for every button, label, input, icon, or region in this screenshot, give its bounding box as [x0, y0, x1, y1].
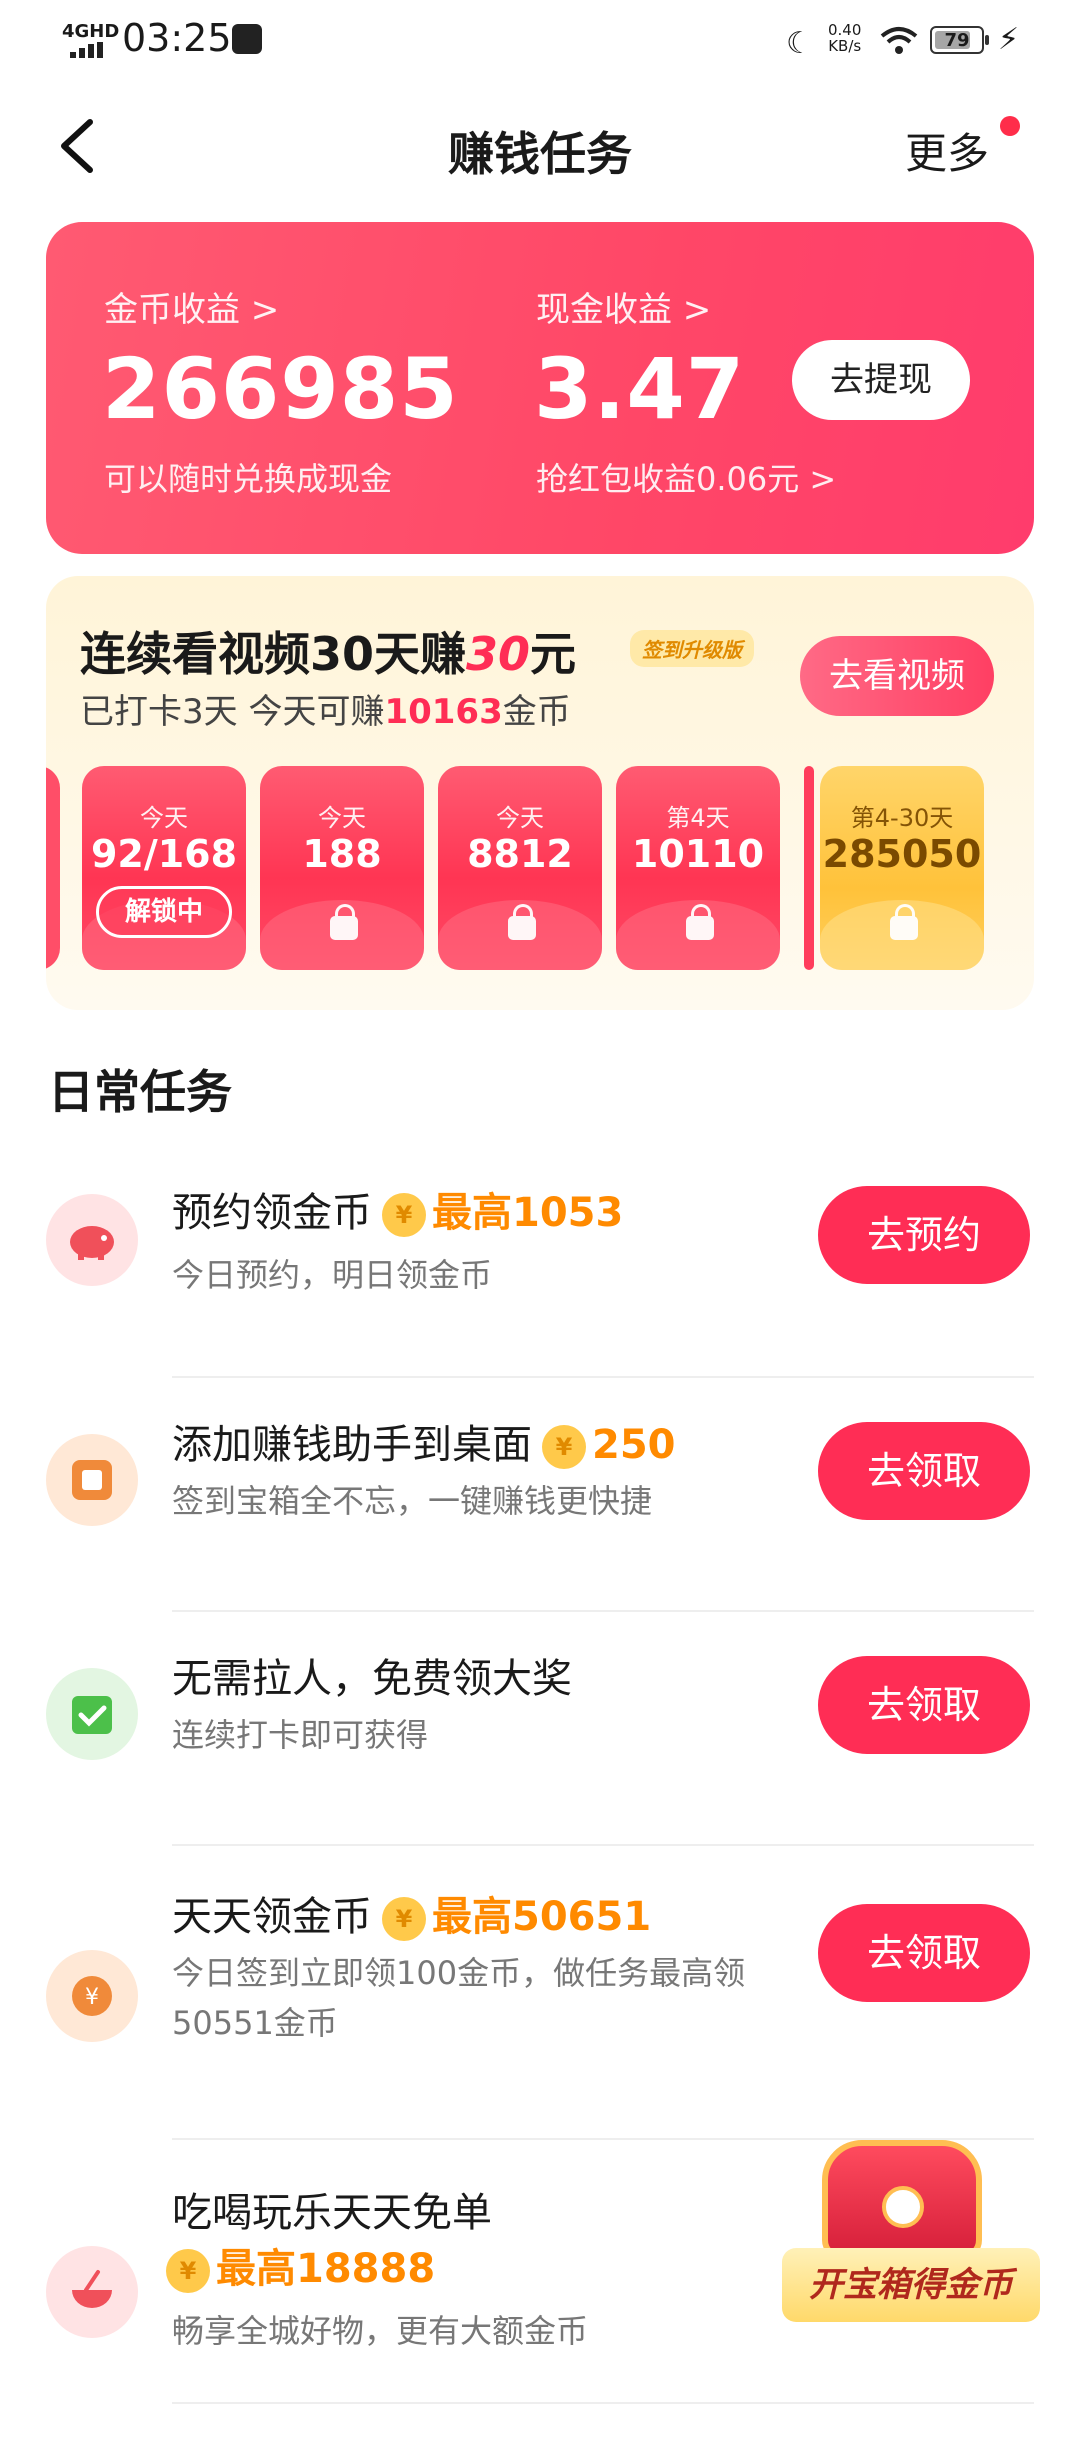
streak-tile-final[interactable]: 第4-30天 285050: [820, 766, 984, 970]
yen-coin-icon: ¥: [46, 1950, 138, 2042]
task-title: 添加赚钱助手到桌面 ¥250: [172, 1412, 676, 1470]
treasure-chest-widget[interactable]: 开宝箱得金币: [782, 2130, 1042, 2330]
task-reward: 最高18888: [216, 2246, 436, 2292]
streak-note: 已打卡3天 今天可赚10163金币: [80, 684, 571, 733]
reserve-button[interactable]: 去预约: [818, 1186, 1030, 1284]
tile-day: 今天: [318, 804, 366, 832]
chest-lock-icon: [882, 2186, 924, 2228]
task-title-text: 预约领金币: [172, 1190, 372, 1236]
task-description: 今日签到立即领100金币，做任务最高领50551金币: [172, 1954, 746, 2042]
unlocking-chip: 解锁中: [96, 886, 232, 938]
task-reward: 最高50651: [432, 1894, 652, 1940]
notification-dot: [1000, 116, 1020, 136]
coin-icon: ¥: [166, 2249, 210, 2293]
network-speed: 0.40 KB/s: [828, 22, 861, 54]
desktop-widget-icon: [46, 1434, 138, 1526]
upgrade-badge: 签到升级版: [630, 630, 754, 667]
moon-icon: ☾: [786, 26, 813, 61]
piggy-bank-icon: [46, 1194, 138, 1286]
coin-earnings-link[interactable]: 金币收益 >: [104, 282, 279, 331]
task-description: 签到宝箱全不忘，一键赚钱更快捷: [172, 1482, 653, 1520]
tile-value: 8812: [467, 832, 573, 876]
task-description: 今日预约，明日领金币: [172, 1256, 493, 1294]
battery-icon: 79: [930, 26, 989, 54]
streak-tile[interactable]: 今天 8812: [438, 766, 602, 970]
task-title: 天天领金币 ¥ 最高50651: [172, 1884, 651, 1942]
lock-icon: [686, 904, 714, 940]
tile-separator: [804, 766, 814, 970]
wifi-icon: [880, 27, 918, 54]
speed-value: 0.40: [828, 21, 862, 39]
task-title-text: 天天领金币: [172, 1894, 372, 1940]
status-bar: 4GHD 03:25 ☾ 0.40 KB/s 79 ⚡: [0, 0, 1080, 82]
cash-earnings-link[interactable]: 现金收益 >: [536, 282, 711, 331]
food-bowl-icon: [46, 2246, 138, 2338]
earnings-card: 金币收益 > 266985 可以随时兑换成现金 现金收益 > 3.47 抢红包收…: [46, 222, 1034, 554]
streak-note-amount: 10163: [384, 692, 503, 732]
divider: [172, 1376, 1034, 1378]
tile-value: 10110: [631, 832, 765, 876]
top-nav: 赚钱任务 更多: [0, 90, 1080, 200]
task-title: 吃喝玩乐天天免单: [172, 2190, 492, 2236]
coin-icon: ¥: [542, 1425, 586, 1469]
svg-text:¥: ¥: [85, 1985, 99, 2010]
streak-tile[interactable]: 今天 92/168 解锁中: [82, 766, 246, 970]
streak-headline-prefix: 连续看视频30天赚: [80, 627, 467, 681]
divider: [172, 1844, 1034, 1846]
battery-level: 79: [944, 30, 970, 51]
divider: [172, 1610, 1034, 1612]
task-title-text: 无需拉人，免费领大奖: [172, 1656, 572, 1702]
task-title: 无需拉人，免费领大奖: [172, 1646, 572, 1704]
claim-button[interactable]: 去领取: [818, 1904, 1030, 2002]
claim-button[interactable]: 去领取: [818, 1422, 1030, 1520]
more-button[interactable]: 更多: [905, 120, 989, 181]
signal-icon: [70, 42, 104, 58]
task-title: 预约领金币 ¥ 最高1053: [172, 1180, 623, 1238]
tile-day: 第4天: [666, 804, 730, 832]
task-reward: 最高1053: [432, 1190, 624, 1236]
tile-value: 285050: [822, 832, 982, 876]
coin-icon: ¥: [382, 1193, 426, 1237]
tile-value: 92/168: [90, 832, 238, 876]
coin-earnings-sub: 可以随时兑换成现金: [104, 460, 393, 498]
streak-note-prefix: 已打卡3天 今天可赚: [80, 692, 385, 732]
task-description: 畅享全城好物，更有大额金币: [172, 2312, 589, 2350]
task-title-text: 添加赚钱助手到桌面: [172, 1422, 532, 1468]
streak-tiles: 今天 92/168 解锁中 今天 188 今天 8812 第4天 10110 第…: [46, 766, 1034, 976]
tile-day: 今天: [140, 804, 188, 832]
charging-icon: ⚡: [998, 22, 1020, 57]
streak-tile[interactable]: 今天 188: [260, 766, 424, 970]
lock-icon: [508, 904, 536, 940]
task-reward: 250: [592, 1422, 676, 1468]
network-type: 4GHD: [62, 21, 120, 42]
task-description: 连续打卡即可获得: [172, 1716, 429, 1754]
section-title: 日常任务: [48, 1065, 232, 1119]
withdraw-button[interactable]: 去提现: [792, 340, 970, 420]
streak-headline: 连续看视频30天赚30元: [80, 618, 576, 684]
streak-note-suffix: 金币: [502, 692, 571, 732]
previous-tile: [46, 766, 60, 970]
red-packet-earnings-link[interactable]: 抢红包收益0.06元 >: [536, 454, 836, 500]
speed-unit: KB/s: [828, 37, 862, 55]
chest-label: 开宝箱得金币: [782, 2248, 1040, 2322]
tile-day: 今天: [496, 804, 544, 832]
streak-tile[interactable]: 第4天 10110: [616, 766, 780, 970]
claim-button[interactable]: 去领取: [818, 1656, 1030, 1754]
cash-earnings-value: 3.47: [534, 340, 746, 438]
divider: [172, 2402, 1034, 2404]
tile-value: 188: [302, 832, 382, 876]
clock: 03:25: [122, 16, 232, 60]
streak-headline-suffix: 元: [530, 627, 577, 681]
watch-video-button[interactable]: 去看视频: [800, 636, 994, 716]
coin-earnings-value: 266985: [102, 340, 459, 438]
tile-day: 第4-30天: [850, 804, 954, 832]
coin-icon: ¥: [382, 1897, 426, 1941]
task-reward-line: ¥ 最高18888: [166, 2236, 435, 2294]
calendar-check-icon: [46, 1668, 138, 1760]
streak-card: 连续看视频30天赚30元 签到升级版 已打卡3天 今天可赚10163金币 去看视…: [46, 576, 1034, 1010]
lock-icon: [330, 904, 358, 940]
streak-headline-amount: 30: [466, 627, 531, 681]
lock-icon: [890, 904, 918, 940]
notification-app-icon: [232, 24, 262, 54]
